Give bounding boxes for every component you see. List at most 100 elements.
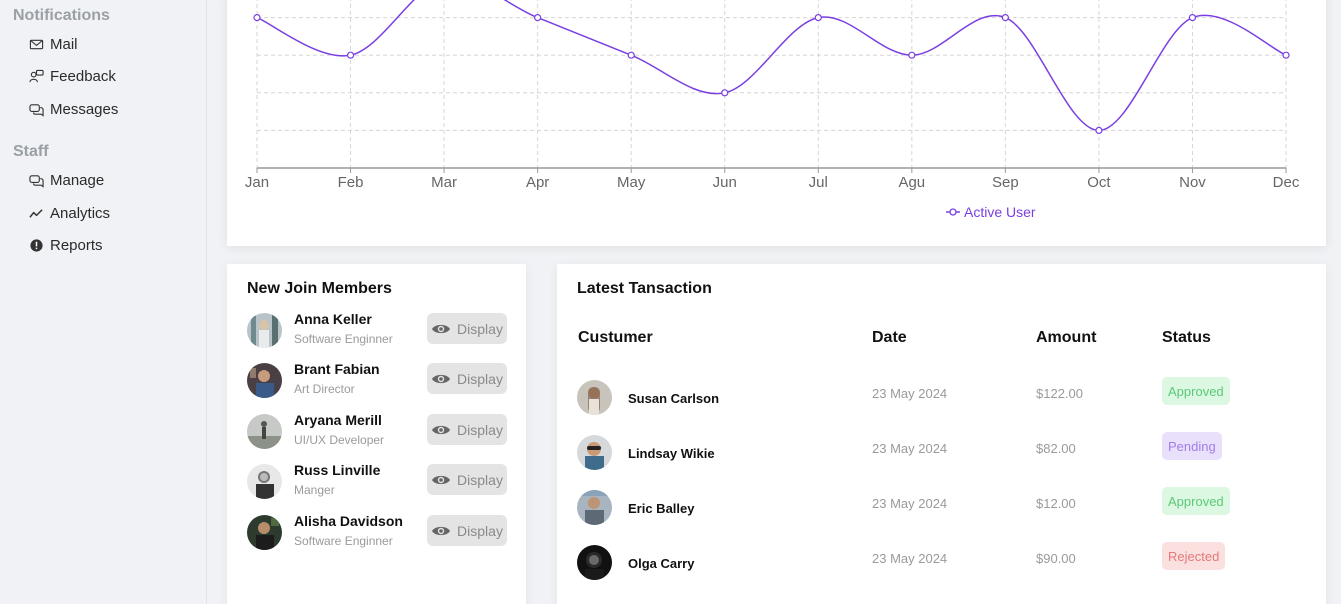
list-item: Anna Keller Software Enginner Display — [247, 311, 507, 349]
sidebar-item-manage[interactable]: Manage — [28, 169, 104, 191]
x-tick-label: Jun — [713, 174, 737, 191]
sidebar-section-notifications: Notifications — [13, 7, 110, 24]
data-point[interactable] — [908, 51, 916, 59]
active-user-chart-card: Jan Feb Mar Apr May Jun Jul Agu Sep Oct Nov Dec Act… — [227, 0, 1326, 246]
list-item: Russ Linville Manger Display — [247, 462, 507, 500]
list-item: Aryana Merill UI/UX Developer Display — [247, 412, 507, 450]
legend-label: Active User — [964, 204, 1036, 220]
x-tick-label: Agu — [898, 174, 925, 191]
x-tick-label: Feb — [338, 174, 364, 191]
customer-name: Susan Carlson — [628, 391, 720, 406]
manage-icon — [28, 172, 44, 188]
avatar — [577, 490, 612, 525]
x-tick-label: Apr — [526, 174, 549, 191]
transaction-date: 23 May 2024 — [872, 496, 948, 511]
member-name: Alisha Davidson — [294, 513, 403, 529]
column-header-customer: Custumer — [578, 329, 653, 346]
avatar — [577, 380, 612, 415]
legend-line-icon — [946, 208, 960, 216]
new-join-members-card: New Join Members Anna Keller Software En… — [227, 264, 526, 604]
member-role: Software Enginner — [294, 534, 393, 548]
eye-icon — [432, 374, 451, 383]
sidebar-section-staff: Staff — [13, 143, 49, 160]
x-tick-label: Jul — [809, 174, 828, 191]
display-button-label: Display — [457, 370, 503, 387]
display-button[interactable]: Display — [427, 515, 507, 546]
status-badge: Rejected — [1162, 542, 1226, 570]
x-tick-label: Oct — [1087, 174, 1111, 191]
avatar — [247, 515, 282, 550]
avatar — [247, 313, 282, 348]
transaction-amount: $12.00 — [1036, 496, 1076, 511]
display-button-label: Display — [457, 522, 503, 539]
table-row: Eric Balley 23 May 2024 $12.00 Approved — [577, 487, 1317, 526]
member-role: UI/UX Developer — [294, 433, 385, 447]
data-point[interactable] — [1282, 51, 1290, 59]
data-point[interactable] — [1188, 14, 1197, 22]
avatar — [577, 545, 612, 580]
x-tick-label: Sep — [992, 174, 1019, 191]
data-point[interactable] — [346, 51, 355, 59]
sidebar-item-label: Reports — [50, 236, 103, 254]
avatar — [247, 464, 282, 499]
table-row: Olga Carry 23 May 2024 $90.00 Rejected — [577, 542, 1317, 581]
messages-icon — [28, 101, 44, 117]
sidebar-item-feedback[interactable]: Feedback — [28, 65, 116, 87]
transaction-amount: $122.00 — [1036, 386, 1083, 401]
display-button[interactable]: Display — [427, 363, 507, 394]
data-point[interactable] — [253, 14, 261, 22]
status-badge: Pending — [1162, 432, 1222, 460]
display-button[interactable]: Display — [427, 414, 507, 445]
x-tick-label: Mar — [431, 174, 457, 191]
member-role: Art Director — [294, 382, 355, 396]
sidebar-item-analytics[interactable]: Analytics — [28, 202, 110, 224]
member-role: Software Enginner — [294, 332, 393, 346]
feedback-icon — [28, 68, 44, 84]
data-point[interactable] — [534, 14, 542, 22]
series-line-active-user — [256, 0, 1287, 132]
customer-name: Lindsay Wikie — [628, 446, 715, 461]
table-row: Lindsay Wikie 23 May 2024 $82.00 Pending — [577, 432, 1317, 471]
table-row: Susan Carlson 23 May 2024 $122.00 Approv… — [577, 377, 1317, 416]
member-name: Russ Linville — [294, 462, 381, 478]
column-header-amount: Amount — [1036, 329, 1097, 346]
sidebar-item-messages[interactable]: Messages — [28, 98, 118, 120]
list-item: Brant Fabian Art Director Display — [247, 361, 507, 399]
avatar — [577, 435, 612, 470]
chart-legend-active-user[interactable]: Active User — [946, 204, 1036, 220]
analytics-icon — [28, 205, 44, 221]
transaction-date: 23 May 2024 — [872, 441, 948, 456]
status-badge: Approved — [1162, 377, 1230, 405]
status-badge: Approved — [1162, 487, 1230, 515]
display-button[interactable]: Display — [427, 313, 507, 344]
data-point[interactable] — [1095, 126, 1103, 134]
transactions-title: Latest Tansaction — [577, 280, 712, 297]
eye-icon — [432, 475, 451, 484]
customer-name: Olga Carry — [628, 556, 695, 571]
x-tick-label: Jan — [245, 174, 269, 191]
sidebar-item-label: Analytics — [50, 204, 111, 222]
sidebar-item-reports[interactable]: Reports — [28, 234, 103, 256]
data-point[interactable] — [721, 89, 729, 97]
members-title: New Join Members — [247, 280, 392, 297]
eye-icon — [432, 526, 451, 535]
sidebar-item-label: Mail — [50, 35, 78, 53]
avatar — [247, 363, 282, 398]
x-tick-label: May — [617, 174, 646, 191]
sidebar: Notifications Mail Feedback Messages Sta… — [0, 0, 207, 604]
data-point[interactable] — [1001, 14, 1009, 22]
active-user-chart: Jan Feb Mar Apr May Jun Jul Agu Sep Oct Nov Dec — [245, 0, 1300, 191]
member-name: Aryana Merill — [294, 412, 382, 428]
sidebar-item-label: Manage — [50, 171, 105, 189]
column-header-date: Date — [872, 329, 907, 346]
data-point[interactable] — [814, 14, 822, 22]
sidebar-item-mail[interactable]: Mail — [28, 33, 78, 55]
data-point[interactable] — [627, 51, 635, 59]
transaction-amount: $82.00 — [1036, 441, 1076, 456]
latest-transaction-card: Latest Tansaction Custumer Date Amount S… — [557, 264, 1326, 604]
display-button-label: Display — [457, 320, 503, 337]
display-button-label: Display — [457, 471, 503, 488]
display-button[interactable]: Display — [427, 464, 507, 495]
member-name: Anna Keller — [294, 311, 372, 327]
avatar — [247, 414, 282, 449]
